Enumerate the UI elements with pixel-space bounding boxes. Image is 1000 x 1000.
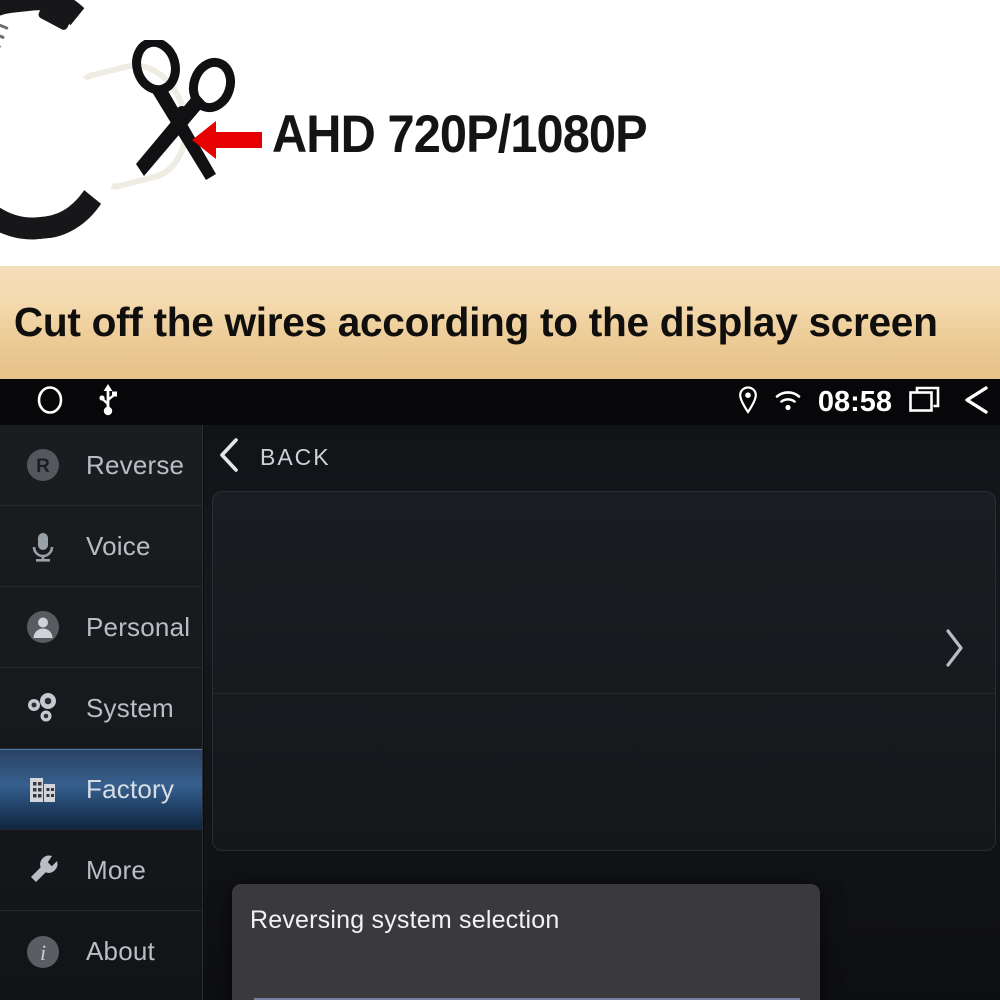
back-label: BACK xyxy=(260,444,331,470)
background-row[interactable] xyxy=(213,608,995,694)
banner-text: Cut off the wires according to the displ… xyxy=(13,299,938,345)
chevron-right-icon xyxy=(939,624,969,677)
status-bar-clock: 08:58 xyxy=(817,385,892,418)
back-button[interactable]: BACK xyxy=(216,435,331,480)
recents-icon[interactable] xyxy=(908,384,944,421)
svg-text:i: i xyxy=(40,940,46,965)
red-arrow-icon xyxy=(192,118,262,167)
cable-marking xyxy=(0,22,35,97)
gears-icon xyxy=(20,685,66,731)
back-arrow-icon[interactable] xyxy=(960,383,994,422)
sidebar-item-factory[interactable]: Factory xyxy=(0,749,202,830)
status-bar-right: 08:58 xyxy=(738,379,1000,425)
reversing-system-dialog: Reversing system selection AHD 720P 25fp… xyxy=(232,884,820,1000)
background-settings-panel xyxy=(212,491,996,851)
wrench-icon xyxy=(20,847,66,893)
sidebar-item-label: System xyxy=(86,692,174,723)
sidebar-item-label: Factory xyxy=(86,773,175,804)
sidebar-item-about[interactable]: i About xyxy=(0,911,202,992)
sidebar-item-personal[interactable]: Personal xyxy=(0,587,202,668)
instruction-banner: Cut off the wires according to the displ… xyxy=(0,266,1000,379)
person-icon xyxy=(20,604,66,650)
screenshot-root: AHD 720P/1080P Cut off the wires accordi… xyxy=(0,0,1000,1000)
sidebar-item-voice[interactable]: Voice xyxy=(0,506,202,587)
settings-sidebar: R Reverse Voice Personal System Factory … xyxy=(0,425,203,1000)
wifi-icon xyxy=(774,388,802,417)
dialog-title: Reversing system selection xyxy=(250,906,560,934)
location-pin-icon xyxy=(738,385,758,419)
sidebar-item-label: Personal xyxy=(86,611,191,642)
home-circle-icon[interactable] xyxy=(36,385,64,420)
sidebar-item-label: About xyxy=(86,936,155,966)
sidebar-item-system[interactable]: System xyxy=(0,668,202,749)
sidebar-item-reverse[interactable]: R Reverse xyxy=(0,425,202,506)
factory-building-icon xyxy=(20,766,66,812)
instruction-photo: AHD 720P/1080P xyxy=(0,0,1000,266)
svg-text:R: R xyxy=(36,456,50,477)
ahd-annotation-label: AHD 720P/1080P xyxy=(272,105,648,164)
sidebar-item-label: Voice xyxy=(86,530,151,561)
reverse-r-icon: R xyxy=(20,442,66,488)
info-icon: i xyxy=(20,929,66,975)
microphone-icon xyxy=(20,523,66,569)
background-row[interactable] xyxy=(213,694,995,780)
status-bar-left xyxy=(0,383,118,421)
usb-icon xyxy=(98,383,118,421)
head-unit-screen: 08:58 R Reverse Voice Personal System Fa… xyxy=(0,379,1000,1000)
chevron-left-icon xyxy=(216,435,242,480)
sidebar-item-more[interactable]: More xyxy=(0,830,202,911)
status-bar: 08:58 xyxy=(0,379,1000,425)
sidebar-item-label: More xyxy=(86,854,147,885)
sidebar-item-label: Reverse xyxy=(86,449,185,480)
